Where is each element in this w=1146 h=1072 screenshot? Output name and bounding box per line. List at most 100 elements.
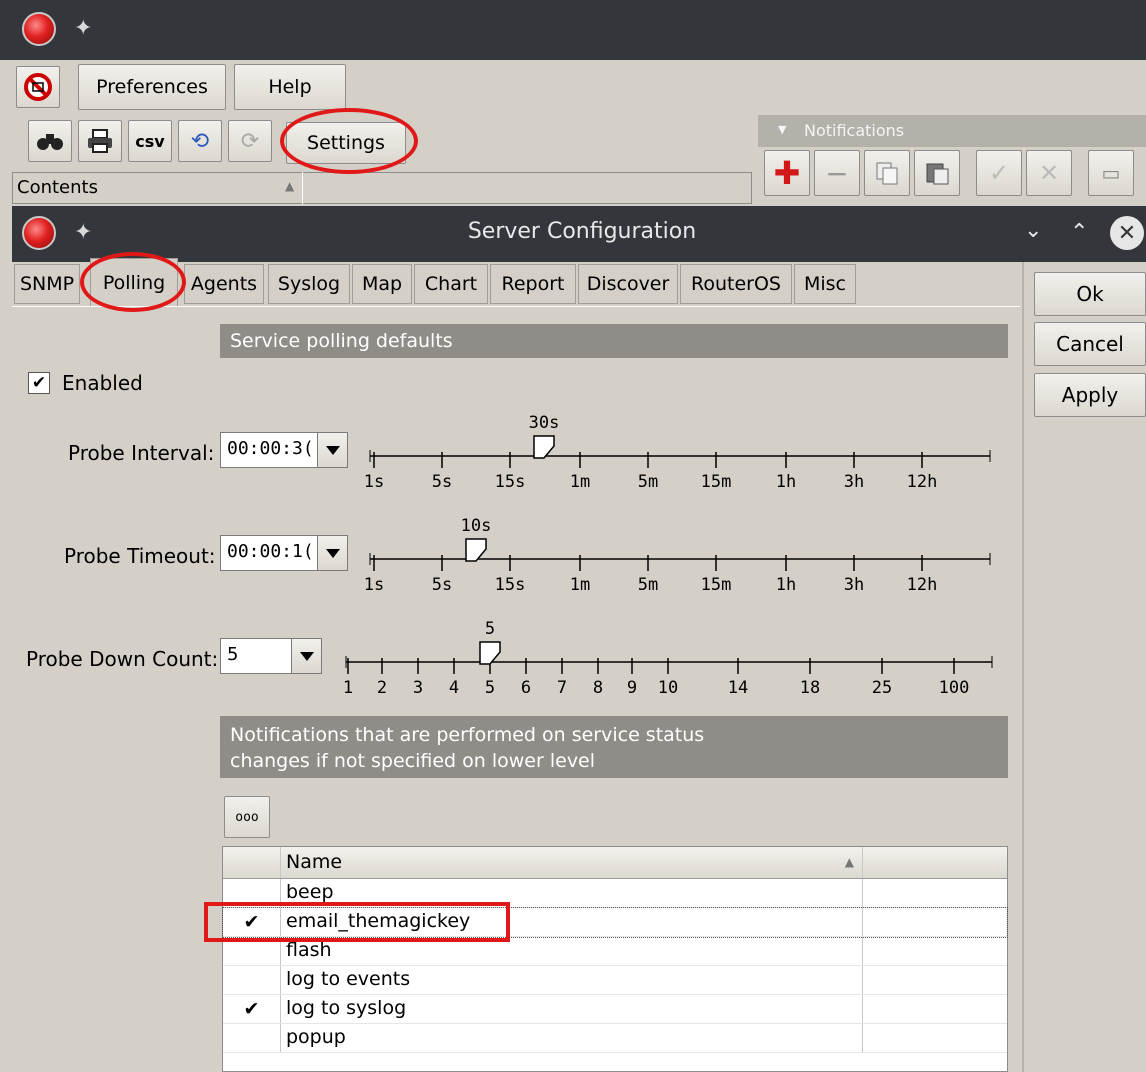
paste-icon[interactable] <box>914 150 960 196</box>
contents-header[interactable]: Contents ▲ <box>12 172 752 204</box>
probe-timeout-tick-label: 12h <box>907 575 938 595</box>
probe-timeout-track[interactable]: 1s 5s 15s 1m 5m 15m 1h 3h 12h 10s <box>360 509 994 599</box>
probe-down-count-value-label: 5 <box>485 619 495 639</box>
probe-timeout-tick-label: 1m <box>570 575 590 595</box>
add-icon[interactable]: ✚ <box>764 150 810 196</box>
row-name-cell: flash <box>281 937 863 965</box>
redo-icon[interactable]: ⟳ <box>228 120 272 162</box>
checkmark-icon: ✔ <box>243 998 260 1020</box>
probe-interval-track[interactable]: 1s 5s 15s 1m 5m 15m 1h 3h 12h 30s <box>360 406 994 496</box>
probe-timeout-tick-label: 3h <box>844 575 864 595</box>
maximize-icon[interactable]: ⌃ <box>1070 220 1088 245</box>
probe-interval-slider[interactable]: 1s 5s 15s 1m 5m 15m 1h 3h 12h 30s <box>360 406 994 496</box>
probe-down-count-select[interactable]: 5 <box>220 638 322 674</box>
help-button[interactable]: Help <box>234 64 346 110</box>
table-row[interactable]: flash <box>223 937 1007 966</box>
table-row[interactable]: ✔ email_themagickey <box>222 907 1008 938</box>
probe-timeout-label: Probe Timeout: <box>64 544 216 568</box>
apply-button[interactable]: Apply <box>1034 373 1146 417</box>
row-check-cell[interactable] <box>223 879 281 907</box>
probe-timeout-slider[interactable]: 1s 5s 15s 1m 5m 15m 1h 3h 12h 10s <box>360 509 994 599</box>
table-row[interactable]: beep <box>223 879 1007 908</box>
probe-down-count-tick-label: 14 <box>728 678 748 698</box>
print-icon[interactable] <box>78 120 122 162</box>
tab-discover[interactable]: Discover <box>578 264 678 304</box>
chevron-down-icon[interactable] <box>317 433 347 467</box>
preferences-button[interactable]: Preferences <box>78 64 226 110</box>
probe-interval-handle[interactable] <box>533 435 555 459</box>
enable-icon[interactable]: ✓ <box>976 150 1022 196</box>
notifications-panel-header[interactable]: ▼ Notifications <box>758 115 1146 147</box>
settings-button[interactable]: Settings <box>286 122 406 164</box>
probe-timeout-select[interactable]: 00:00:1( <box>220 535 348 571</box>
tab-map[interactable]: Map <box>352 264 412 304</box>
probe-down-count-tick-label: 18 <box>800 678 820 698</box>
row-check-cell[interactable] <box>223 937 281 965</box>
probe-down-count-handle[interactable] <box>479 641 501 665</box>
tab-polling[interactable]: Polling <box>90 258 178 306</box>
tab-routeros[interactable]: RouterOS <box>680 264 792 304</box>
row-name-cell: email_themagickey <box>281 908 863 936</box>
app-titlebar: ✦ <box>0 0 1146 60</box>
probe-timeout-handle[interactable] <box>465 538 487 562</box>
probe-interval-tick-label: 1h <box>776 472 796 492</box>
enabled-checkbox[interactable]: ✔ <box>28 372 50 394</box>
probe-interval-value-label: 30s <box>529 413 560 433</box>
probe-timeout-value-label: 10s <box>461 516 492 536</box>
tab-syslog[interactable]: Syslog <box>268 264 350 304</box>
copy-icon[interactable] <box>864 150 910 196</box>
ok-button[interactable]: Ok <box>1034 272 1146 316</box>
chevron-down-icon[interactable] <box>291 639 321 673</box>
notifications-table: Name ▲ beep ✔ email_themagickey flash log to… <box>222 846 1008 1072</box>
probe-timeout-tick-label: 1h <box>776 575 796 595</box>
comment-icon[interactable]: ▭ <box>1088 150 1134 196</box>
probe-down-count-slider[interactable]: 1 2 3 4 5 6 7 8 9 10 14 18 25 100 5 <box>336 612 996 702</box>
row-extra-cell <box>863 966 1007 994</box>
csv-export-button[interactable]: csv <box>128 120 172 162</box>
notifications-defaults-header: Notifications that are performed on serv… <box>220 716 1008 778</box>
probe-interval-tick-label: 1m <box>570 472 590 492</box>
probe-down-count-tick-label: 3 <box>413 678 423 698</box>
pane-divider <box>1022 262 1024 1072</box>
probe-interval-tick-label: 15s <box>495 472 526 492</box>
cancel-button[interactable]: Cancel <box>1034 322 1146 366</box>
probe-interval-select[interactable]: 00:00:3( <box>220 432 348 468</box>
dialog-title: Server Configuration <box>467 219 697 244</box>
row-check-cell[interactable]: ✔ <box>223 995 281 1023</box>
dialog-titlebar[interactable]: ✦ Server Configuration ⌄ ⌃ ✕ <box>12 206 1146 262</box>
chevron-down-icon[interactable] <box>317 536 347 570</box>
tab-chart[interactable]: Chart <box>414 264 488 304</box>
tab-misc[interactable]: Misc <box>794 264 856 304</box>
find-binoculars-icon[interactable] <box>28 120 72 162</box>
table-row[interactable]: ✔ log to syslog <box>223 995 1007 1024</box>
table-body: beep ✔ email_themagickey flash log to events… <box>222 879 1008 1053</box>
stop-icon[interactable] <box>16 66 60 108</box>
row-check-cell[interactable] <box>223 966 281 994</box>
tab-snmp[interactable]: SNMP <box>14 264 80 304</box>
probe-down-count-tick-label: 6 <box>521 678 531 698</box>
table-row[interactable]: log to events <box>223 966 1007 995</box>
minimize-icon[interactable]: ⌄ <box>1024 218 1042 243</box>
disable-icon[interactable]: ✕ <box>1026 150 1072 196</box>
row-check-cell[interactable]: ✔ <box>223 908 281 936</box>
pin-icon[interactable]: ✦ <box>74 18 92 40</box>
service-polling-header: Service polling defaults <box>220 324 1008 358</box>
probe-down-count-tick-label: 2 <box>377 678 387 698</box>
probe-down-count-track[interactable]: 1 2 3 4 5 6 7 8 9 10 14 18 25 100 5 <box>336 612 996 702</box>
check-column-header[interactable] <box>223 847 281 878</box>
undo-icon[interactable]: ⟲ <box>178 120 222 162</box>
row-name-cell: beep <box>281 879 863 907</box>
name-column-header[interactable]: Name ▲ <box>281 847 863 878</box>
collapse-icon: ▼ <box>778 123 787 136</box>
sort-asc-icon: ▲ <box>285 179 295 193</box>
row-check-cell[interactable] <box>223 1024 281 1052</box>
more-button[interactable]: ooo <box>224 796 270 838</box>
close-icon[interactable]: ✕ <box>1110 216 1144 250</box>
tab-report[interactable]: Report <box>490 264 576 304</box>
remove-icon[interactable]: − <box>814 150 860 196</box>
table-row[interactable]: popup <box>223 1024 1007 1053</box>
probe-timeout-tick-label: 5m <box>638 575 658 595</box>
tab-agents[interactable]: Agents <box>184 264 264 304</box>
probe-interval-tick-label: 12h <box>907 472 938 492</box>
extra-column-header[interactable] <box>863 847 1007 878</box>
